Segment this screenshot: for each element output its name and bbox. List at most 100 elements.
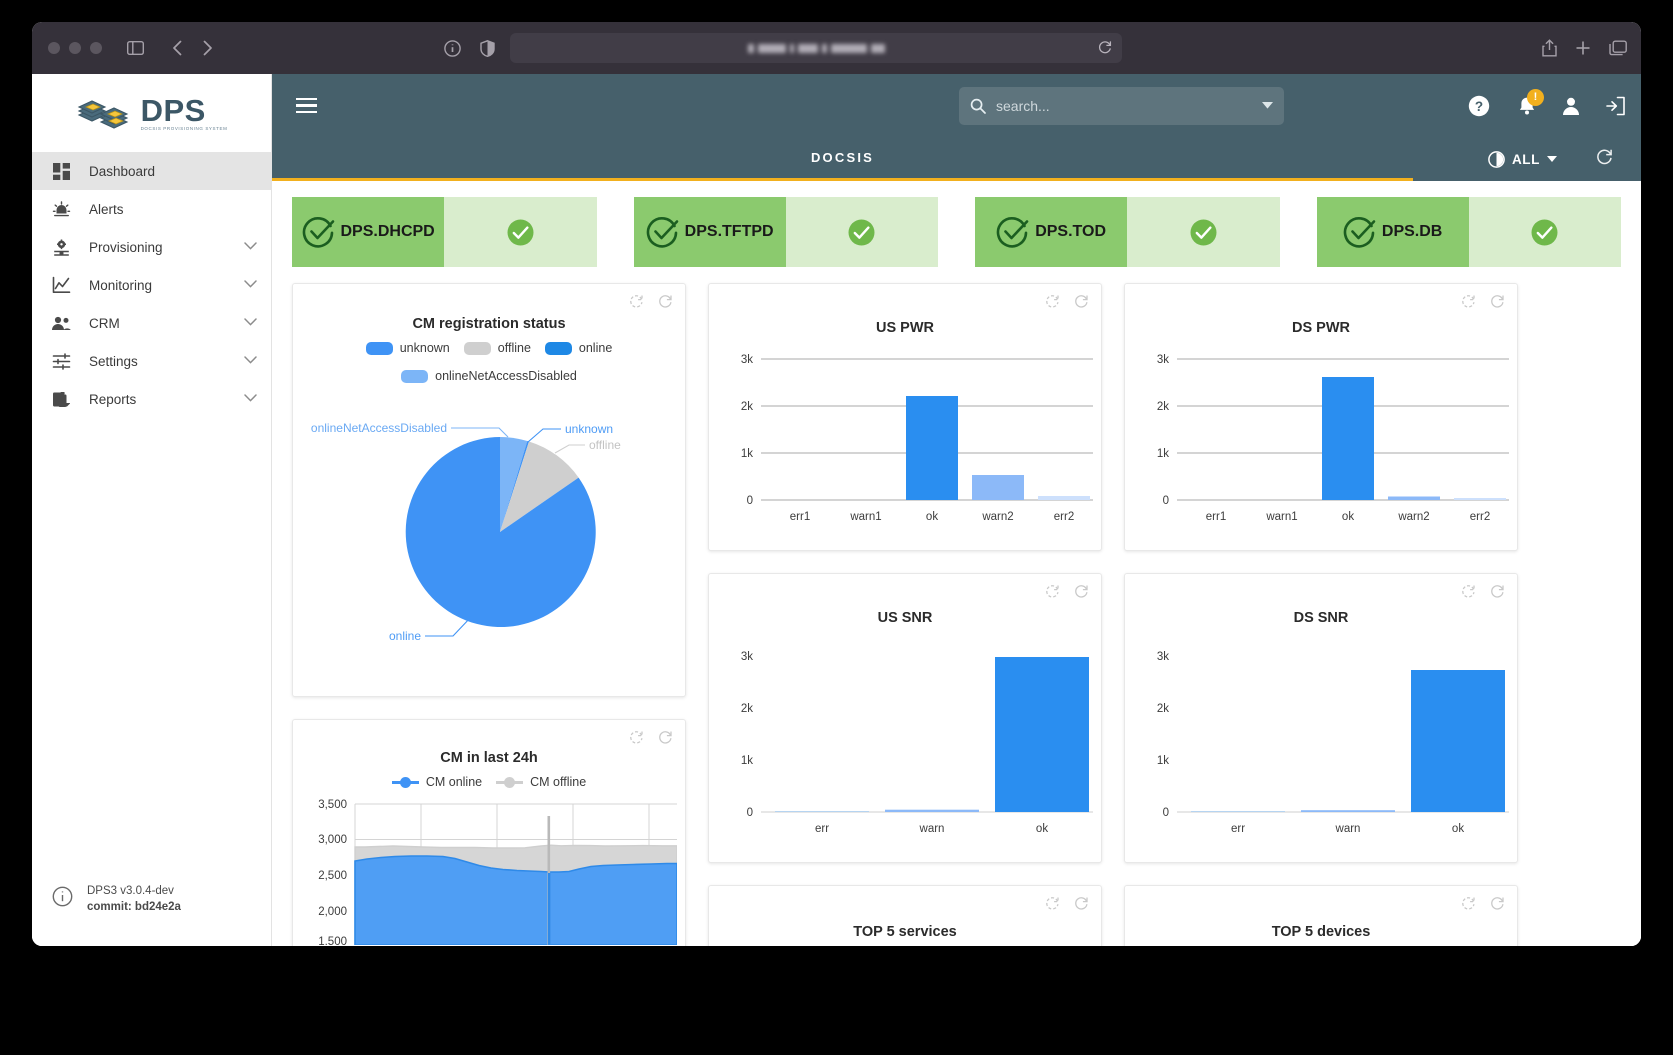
service-status-row: DPS.DHCPD DPS.TFTPD DPS.TOD DPS.DB	[292, 197, 1621, 267]
application-root: DPS DOCSIS PROVISIONING SYSTEM Dashboard	[32, 74, 1641, 946]
sidebar-item-reports[interactable]: Reports	[32, 380, 271, 418]
pie-leader-unknown	[527, 428, 561, 443]
bar-ok[interactable]	[1322, 377, 1374, 500]
logout-icon[interactable]	[1593, 84, 1637, 128]
legend-item[interactable]: CM online	[391, 775, 482, 789]
auto-refresh-icon[interactable]	[1461, 584, 1476, 604]
service-card-status-area	[785, 197, 938, 267]
window-controls[interactable]	[48, 42, 102, 54]
legend-item[interactable]: onlineNetAccessDisabled	[401, 369, 577, 383]
tabs-icon[interactable]	[1609, 40, 1627, 56]
pie-leader-offline	[554, 444, 585, 454]
service-card-db[interactable]: DPS.DB	[1316, 197, 1621, 267]
legend-label: onlineNetAccessDisabled	[435, 369, 577, 383]
legend-item[interactable]: unknown	[365, 341, 450, 355]
hamburger-menu-icon[interactable]	[296, 97, 317, 114]
app-logo[interactable]: DPS DOCSIS PROVISIONING SYSTEM	[32, 74, 271, 152]
legend-item[interactable]: online	[544, 341, 613, 355]
service-card-tod[interactable]: DPS.TOD	[975, 197, 1280, 267]
bar-err2[interactable]	[1038, 496, 1090, 500]
bar-ok[interactable]	[906, 396, 958, 500]
legend-item[interactable]: offline	[463, 341, 531, 355]
refresh-icon[interactable]	[1490, 294, 1505, 314]
refresh-icon[interactable]	[1596, 148, 1613, 170]
bar-warn2[interactable]	[1388, 496, 1440, 501]
svg-text:warn2: warn2	[981, 511, 1013, 523]
shield-icon[interactable]	[472, 33, 502, 63]
search-input[interactable]: search...	[959, 86, 1284, 125]
refresh-icon[interactable]	[658, 730, 673, 750]
notifications-button[interactable]: !	[1505, 84, 1549, 128]
bar-chart-ds-pwr: 3k 2k 1k 0 err1 warn1 ok warn2 err2	[1157, 354, 1509, 523]
close-window-button[interactable]	[48, 42, 60, 54]
bar-chart-ds-snr: 3k 2k 1k 0 err warn ok	[1157, 651, 1509, 835]
sidebar-toggle-icon[interactable]	[120, 33, 150, 63]
info-icon[interactable]	[437, 33, 467, 63]
bar-warn2[interactable]	[972, 475, 1024, 500]
legend-label: online	[578, 341, 613, 355]
svg-text:ok: ok	[1452, 823, 1464, 835]
refresh-icon[interactable]	[1074, 584, 1089, 604]
sidebar-item-crm[interactable]: CRM	[32, 304, 271, 342]
auto-refresh-icon[interactable]	[1461, 896, 1476, 916]
tab-docsis[interactable]: DOCSIS	[272, 137, 1413, 181]
auto-refresh-icon[interactable]	[629, 730, 644, 750]
sidebar-item-monitoring[interactable]: Monitoring	[32, 266, 271, 304]
refresh-icon[interactable]	[1490, 584, 1505, 604]
scope-label: ALL	[1511, 151, 1540, 167]
refresh-icon[interactable]	[1490, 896, 1505, 916]
svg-text:1k: 1k	[1157, 755, 1169, 767]
account-button[interactable]	[1549, 84, 1593, 128]
panel-cm-last-24h: CM in last 24h CM online CM offline 3,50…	[292, 719, 686, 946]
help-button[interactable]: ?	[1457, 84, 1501, 128]
refresh-icon[interactable]	[1074, 294, 1089, 314]
forward-arrow-icon[interactable]	[192, 33, 222, 63]
auto-refresh-icon[interactable]	[1461, 294, 1476, 314]
bar-warn[interactable]	[885, 809, 979, 812]
share-icon[interactable]	[1542, 39, 1557, 57]
svg-text:2,500: 2,500	[318, 870, 347, 882]
service-card-tftpd[interactable]: DPS.TFTPD	[633, 197, 938, 267]
bell-icon[interactable]: !	[1505, 84, 1549, 128]
person-icon[interactable]	[1549, 84, 1593, 128]
maximize-window-button[interactable]	[90, 42, 102, 54]
legend-item[interactable]: CM offline	[496, 775, 586, 789]
help-question-icon[interactable]: ?	[1457, 84, 1501, 128]
refresh-icon[interactable]	[658, 294, 673, 314]
service-card-dhcpd[interactable]: DPS.DHCPD	[292, 197, 597, 267]
bar-ok[interactable]	[1411, 670, 1505, 812]
auto-refresh-icon[interactable]	[1045, 896, 1060, 916]
service-name: DPS.DHCPD	[340, 223, 435, 240]
chevron-down-icon	[244, 355, 257, 367]
bar-ok[interactable]	[995, 657, 1089, 812]
info-circle-icon[interactable]	[52, 886, 73, 912]
panel-title: TOP 5 devices	[1271, 924, 1371, 940]
sidebar-item-label: Alerts	[89, 201, 124, 217]
bar-err2[interactable]	[1454, 498, 1506, 500]
address-bar[interactable]	[510, 33, 1122, 63]
auto-refresh-icon[interactable]	[629, 294, 644, 314]
pie-leader-online	[425, 616, 472, 637]
sidebar-item-label: CRM	[89, 315, 120, 331]
refresh-icon[interactable]	[1074, 896, 1089, 916]
sidebar-item-dashboard[interactable]: Dashboard	[32, 152, 271, 190]
sidebar-item-provisioning[interactable]: Provisioning	[32, 228, 271, 266]
sidebar-item-alerts[interactable]: Alerts	[32, 190, 271, 228]
chevron-down-icon[interactable]	[1262, 102, 1273, 109]
legend-swatch	[544, 341, 572, 355]
legend-swatch	[463, 341, 491, 355]
auto-refresh-icon[interactable]	[1045, 294, 1060, 314]
plus-icon[interactable]	[1575, 40, 1591, 56]
scope-selector[interactable]: ALL	[1488, 150, 1557, 168]
sidebar-item-settings[interactable]: Settings	[32, 342, 271, 380]
bar-warn[interactable]	[1301, 810, 1395, 812]
minimize-window-button[interactable]	[69, 42, 81, 54]
back-arrow-icon[interactable]	[162, 33, 192, 63]
hamburger-menu-icon[interactable]	[1635, 84, 1641, 128]
reload-icon[interactable]	[1098, 40, 1112, 57]
auto-refresh-icon[interactable]	[1045, 584, 1060, 604]
panel-ds-snr: DS SNR 3k 2k 1k 0 err warn ok	[1124, 573, 1518, 863]
app-version: DPS3 v3.0.4-dev	[87, 884, 174, 897]
logout-button[interactable]	[1593, 84, 1637, 128]
more-menu-button[interactable]	[1635, 84, 1641, 128]
